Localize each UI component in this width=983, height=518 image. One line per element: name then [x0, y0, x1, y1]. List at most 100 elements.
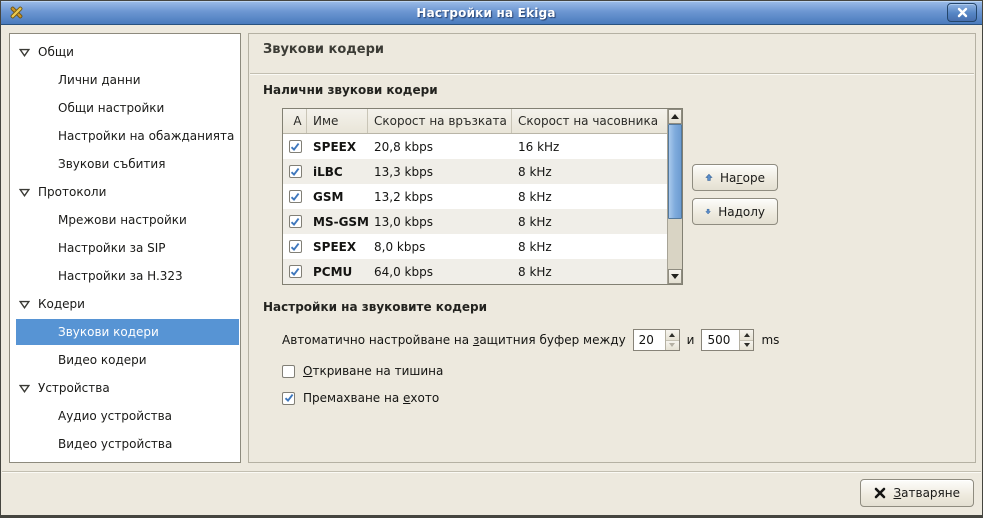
label-part: ащитния буфер между	[479, 333, 625, 347]
codec-table-header[interactable]: A Име Скорост на връзката Скорост на час…	[283, 109, 667, 134]
check-icon	[290, 242, 300, 252]
codec-name: PCMU	[307, 265, 368, 279]
footer-separator	[2, 471, 981, 473]
arrow-down-icon	[669, 343, 675, 347]
sidebar-item-call-options[interactable]: Настройки на обажданията	[10, 122, 240, 150]
sidebar-item-label: Видео устройства	[58, 437, 172, 451]
window-title: Настройки на Ekiga	[25, 6, 947, 20]
codec-checkbox[interactable]	[289, 215, 302, 228]
check-icon	[290, 192, 300, 202]
move-down-button[interactable]: Надолу	[692, 198, 778, 225]
sidebar-item-audio-devices[interactable]: Аудио устройства	[10, 402, 240, 430]
sidebar-item-label: Настройки за H.323	[58, 269, 183, 283]
codec-bandwidth: 13,3 kbps	[368, 165, 512, 179]
codec-row[interactable]: MS-GSM 13,0 kbps 8 kHz	[283, 209, 667, 234]
sidebar-group-codecs[interactable]: Кодери	[10, 290, 240, 318]
sidebar-item-general-settings[interactable]: Общи настройки	[10, 94, 240, 122]
codec-checkbox[interactable]	[289, 140, 302, 153]
sidebar-group-protocols[interactable]: Протоколи	[10, 178, 240, 206]
sidebar-item-video-codecs[interactable]: Видео кодери	[10, 346, 240, 374]
codec-bandwidth: 13,2 kbps	[368, 190, 512, 204]
expander-icon[interactable]	[18, 298, 30, 310]
codec-bandwidth: 20,8 kbps	[368, 140, 512, 154]
arrow-up-icon	[744, 333, 750, 337]
scrollbar-up-button[interactable]	[668, 109, 682, 124]
codec-checkbox[interactable]	[289, 265, 302, 278]
sidebar-item-sip-settings[interactable]: Настройки за SIP	[10, 234, 240, 262]
sidebar-group-label: Кодери	[38, 297, 85, 311]
sidebar-item-network-settings[interactable]: Мрежови настройки	[10, 206, 240, 234]
codec-settings-title: Настройки на звуковите кодери	[263, 300, 487, 314]
column-name[interactable]: Име	[307, 109, 368, 133]
silence-detection-checkbox[interactable]	[282, 365, 295, 378]
spin-down-button[interactable]	[740, 341, 753, 351]
scrollbar-down-button[interactable]	[668, 269, 682, 284]
jitter-max-spinner[interactable]: 500	[701, 329, 754, 351]
window-close-button[interactable]	[947, 3, 977, 22]
arrow-down-icon	[671, 274, 679, 279]
label-part: На	[720, 171, 736, 185]
echo-cancellation-checkbox[interactable]	[282, 392, 295, 405]
expander-icon[interactable]	[18, 382, 30, 394]
sidebar-item-label: Лични данни	[58, 73, 141, 87]
preferences-window: Настройки на Ekiga Общи Лични данни Общи…	[0, 0, 983, 518]
spin-up-button[interactable]	[740, 330, 753, 341]
label-part: Премахване на	[303, 391, 403, 405]
column-active[interactable]: A	[283, 109, 307, 133]
jitter-unit-label: ms	[761, 333, 779, 347]
silence-detection-row[interactable]: Откриване на тишина	[282, 364, 443, 378]
sidebar-item-label: Видео кодери	[58, 353, 147, 367]
check-icon	[290, 167, 300, 177]
close-button[interactable]: Затваряне	[860, 479, 974, 507]
table-scrollbar[interactable]	[667, 109, 682, 284]
codec-clock: 8 kHz	[512, 265, 667, 279]
titlebar[interactable]: Настройки на Ekiga	[1, 1, 982, 25]
down-arrow-icon	[705, 204, 711, 219]
echo-cancellation-label: Премахване на ехото	[303, 391, 439, 405]
sidebar-group-label: Устройства	[38, 381, 110, 395]
jitter-min-value[interactable]: 20	[634, 330, 665, 350]
sidebar-group-devices[interactable]: Устройства	[10, 374, 240, 402]
codec-name: MS-GSM	[307, 215, 368, 229]
expander-icon[interactable]	[18, 186, 30, 198]
sidebar-group-label: Протоколи	[38, 185, 106, 199]
codec-row[interactable]: iLBC 13,3 kbps 8 kHz	[283, 159, 667, 184]
jitter-connector-label: и	[687, 333, 695, 347]
sidebar-group-general[interactable]: Общи	[10, 38, 240, 66]
codec-row[interactable]: GSM 13,2 kbps 8 kHz	[283, 184, 667, 209]
sidebar-item-sound-events[interactable]: Звукови събития	[10, 150, 240, 178]
arrow-down-icon	[744, 343, 750, 347]
scrollbar-thumb[interactable]	[668, 124, 682, 219]
codec-row[interactable]: SPEEX 8,0 kbps 8 kHz	[283, 234, 667, 259]
sidebar-item-audio-codecs[interactable]: Звукови кодери	[16, 319, 239, 345]
column-clock-rate[interactable]: Скорост на часовника	[512, 109, 667, 133]
codec-bandwidth: 64,0 kbps	[368, 265, 512, 279]
column-bandwidth[interactable]: Скорост на връзката	[368, 109, 512, 133]
sidebar-item-personal-data[interactable]: Лични данни	[10, 66, 240, 94]
arrow-up-icon	[669, 333, 675, 337]
jitter-buffer-row: Автоматично настройване на защитния буфе…	[282, 329, 779, 351]
sidebar-group-label: Общи	[38, 45, 74, 59]
label-part: На	[718, 205, 734, 219]
move-up-button[interactable]: Нагоре	[692, 164, 778, 191]
codec-checkbox[interactable]	[289, 240, 302, 253]
codec-row[interactable]: PCMU 64,0 kbps 8 kHz	[283, 259, 667, 284]
sidebar-item-label: Мрежови настройки	[58, 213, 187, 227]
sections-sidebar: Общи Лични данни Общи настройки Настройк…	[9, 33, 241, 463]
codec-checkbox[interactable]	[289, 190, 302, 203]
label-part: олу	[743, 205, 765, 219]
label-mnemonic: д	[735, 205, 743, 219]
jitter-min-spinner[interactable]: 20	[633, 329, 680, 351]
codec-checkbox[interactable]	[289, 165, 302, 178]
label-mnemonic: З	[893, 486, 901, 500]
sidebar-item-h323-settings[interactable]: Настройки за H.323	[10, 262, 240, 290]
echo-cancellation-row[interactable]: Премахване на ехото	[282, 391, 439, 405]
spin-down-button[interactable]	[666, 341, 679, 351]
jitter-max-value[interactable]: 500	[702, 330, 739, 350]
spin-up-button[interactable]	[666, 330, 679, 341]
codec-row[interactable]: SPEEX 20,8 kbps 16 kHz	[283, 134, 667, 159]
sidebar-item-video-devices[interactable]: Видео устройства	[10, 430, 240, 458]
expander-icon[interactable]	[18, 46, 30, 58]
codec-bandwidth: 13,0 kbps	[368, 215, 512, 229]
jitter-buffer-label: Автоматично настройване на защитния буфе…	[282, 333, 626, 347]
